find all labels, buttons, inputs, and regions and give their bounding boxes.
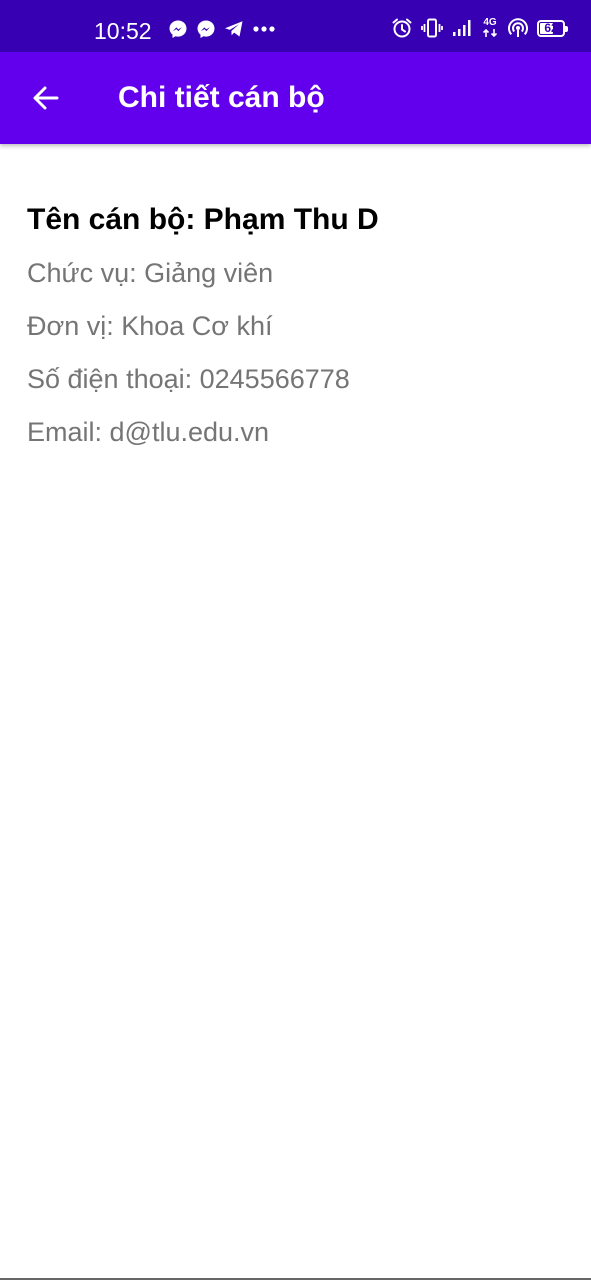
hotspot-icon xyxy=(508,18,528,37)
alarm-icon xyxy=(392,18,412,38)
status-time: 10:52 xyxy=(94,18,152,44)
status-bar: 10:52 4G 62 xyxy=(0,0,591,52)
notification-icons xyxy=(168,19,276,39)
page-title: Chi tiết cán bộ xyxy=(118,81,325,114)
system-icons: 4G 62 xyxy=(391,17,568,39)
staff-details: Tên cán bộ: Phạm Thu D Chức vụ: Giảng vi… xyxy=(27,200,567,465)
messenger-icon xyxy=(197,20,215,38)
arrow-back-icon xyxy=(33,86,59,110)
staff-position: Chức vụ: Giảng viên xyxy=(27,258,274,288)
battery-icon: 62 xyxy=(537,19,568,37)
staff-email: Email: d@tlu.edu.vn xyxy=(27,417,270,447)
network-type-label: 4G xyxy=(483,17,497,28)
data-arrows-icon xyxy=(482,28,498,38)
app-bar: Chi tiết cán bộ xyxy=(0,52,591,144)
network-4g-icon: 4G xyxy=(481,18,499,38)
telegram-icon xyxy=(225,21,243,37)
staff-name: Tên cán bộ: Phạm Thu D xyxy=(27,203,379,236)
battery-level: 62 xyxy=(544,20,558,35)
signal-icon xyxy=(453,20,471,36)
more-notifications-icon xyxy=(253,26,275,32)
staff-unit: Đơn vị: Khoa Cơ khí xyxy=(27,311,273,341)
staff-phone: Số điện thoại: 0245566778 xyxy=(27,364,350,394)
back-button[interactable] xyxy=(22,74,70,122)
messenger-icon xyxy=(169,20,187,38)
vibrate-icon xyxy=(421,18,443,38)
